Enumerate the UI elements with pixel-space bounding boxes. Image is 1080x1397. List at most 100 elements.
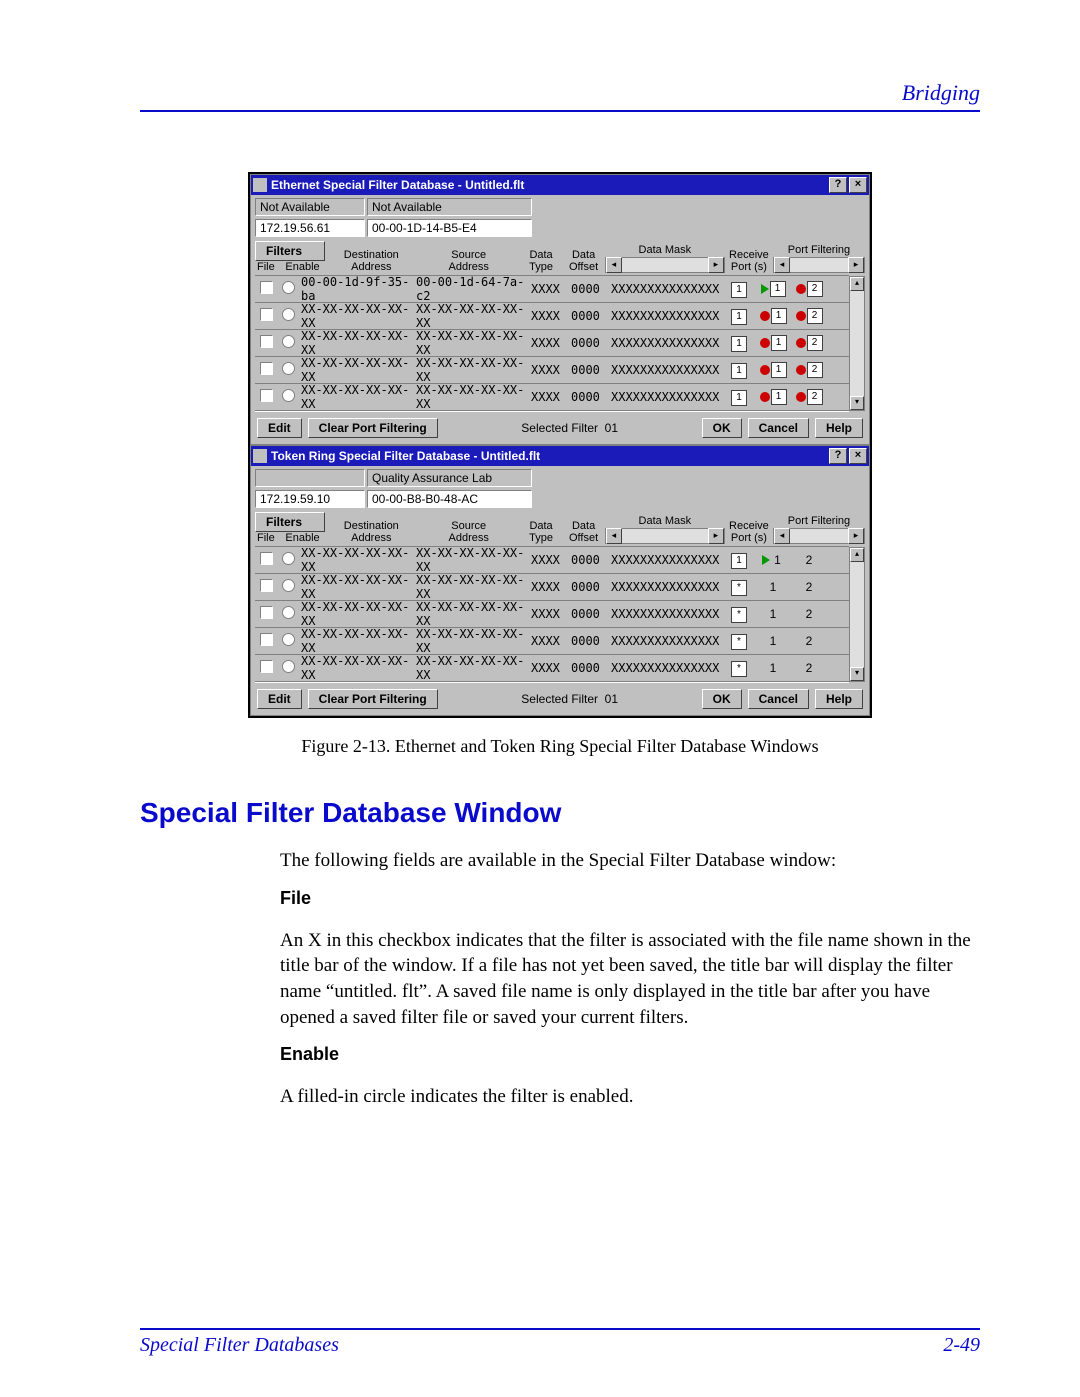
port-filter-1[interactable]: 1	[755, 580, 791, 594]
data-mask[interactable]: XXXXXXXXXXXXXXX	[609, 553, 723, 567]
scroll-up-icon[interactable]: ▴	[850, 277, 864, 291]
receive-port[interactable]: 1	[723, 281, 755, 298]
data-offset[interactable]: 0000	[569, 580, 609, 594]
data-type[interactable]: XXXX	[529, 309, 569, 323]
filter-row[interactable]: XX-XX-XX-XX-XX-XX XX-XX-XX-XX-XX-XX XXXX…	[255, 303, 849, 330]
port-filter-2[interactable]: 2	[791, 661, 827, 675]
port-filter-1[interactable]: 1	[755, 335, 791, 351]
src-addr[interactable]: XX-XX-XX-XX-XX-XX	[414, 546, 529, 574]
dest-addr[interactable]: XX-XX-XX-XX-XX-XX	[299, 383, 414, 411]
port-filter-2[interactable]: 2	[791, 553, 827, 567]
data-type[interactable]: XXXX	[529, 363, 569, 377]
filter-row[interactable]: XX-XX-XX-XX-XX-XX XX-XX-XX-XX-XX-XX XXXX…	[255, 330, 849, 357]
enable-radio[interactable]	[282, 389, 295, 402]
dest-addr[interactable]: XX-XX-XX-XX-XX-XX	[299, 329, 414, 357]
scroll-up-icon[interactable]: ▴	[850, 548, 864, 562]
ok-button[interactable]: OK	[702, 689, 742, 709]
port-filter-1[interactable]: 1	[755, 634, 791, 648]
dest-addr[interactable]: 00-00-1d-9f-35-ba	[299, 275, 414, 303]
close-icon[interactable]: ×	[849, 177, 867, 193]
system-icon[interactable]	[253, 178, 267, 192]
file-checkbox[interactable]	[260, 633, 273, 646]
src-addr[interactable]: XX-XX-XX-XX-XX-XX	[414, 383, 529, 411]
data-mask[interactable]: XXXXXXXXXXXXXXX	[609, 309, 723, 323]
titlebar[interactable]: Ethernet Special Filter Database - Untit…	[251, 175, 869, 195]
receive-port[interactable]: *	[723, 606, 755, 623]
receive-port[interactable]: *	[723, 579, 755, 596]
edit-button[interactable]: Edit	[257, 418, 302, 438]
cancel-button[interactable]: Cancel	[748, 418, 809, 438]
receive-port[interactable]: 1	[723, 335, 755, 352]
file-checkbox[interactable]	[260, 335, 273, 348]
mask-scrollbar[interactable]: ◂ ▸	[605, 257, 725, 273]
port-filter-1[interactable]: 1	[755, 281, 791, 297]
file-checkbox[interactable]	[260, 308, 273, 321]
port-filter-2[interactable]: 2	[791, 281, 827, 297]
vertical-scrollbar[interactable]: ▴ ▾	[849, 276, 865, 411]
filter-row[interactable]: 00-00-1d-9f-35-ba 00-00-1d-64-7a-c2 XXXX…	[255, 276, 849, 303]
cancel-button[interactable]: Cancel	[748, 689, 809, 709]
filter-row[interactable]: XX-XX-XX-XX-XX-XX XX-XX-XX-XX-XX-XX XXXX…	[255, 655, 849, 682]
port-filter-1[interactable]: 1	[755, 607, 791, 621]
data-mask[interactable]: XXXXXXXXXXXXXXX	[609, 580, 723, 594]
enable-radio[interactable]	[282, 606, 295, 619]
src-addr[interactable]: XX-XX-XX-XX-XX-XX	[414, 573, 529, 601]
dest-addr[interactable]: XX-XX-XX-XX-XX-XX	[299, 573, 414, 601]
close-icon[interactable]: ×	[849, 448, 867, 464]
enable-radio[interactable]	[282, 633, 295, 646]
data-type[interactable]: XXXX	[529, 607, 569, 621]
port-filter-2[interactable]: 2	[791, 335, 827, 351]
data-type[interactable]: XXXX	[529, 390, 569, 404]
scroll-left-icon[interactable]: ◂	[606, 257, 622, 273]
file-checkbox[interactable]	[260, 579, 273, 592]
receive-port[interactable]: *	[723, 633, 755, 650]
dest-addr[interactable]: XX-XX-XX-XX-XX-XX	[299, 627, 414, 655]
enable-radio[interactable]	[282, 362, 295, 375]
port-filter-2[interactable]: 2	[791, 634, 827, 648]
data-type[interactable]: XXXX	[529, 282, 569, 296]
data-type[interactable]: XXXX	[529, 580, 569, 594]
src-addr[interactable]: XX-XX-XX-XX-XX-XX	[414, 329, 529, 357]
data-type[interactable]: XXXX	[529, 634, 569, 648]
scroll-right-icon[interactable]: ▸	[848, 528, 864, 544]
scroll-left-icon[interactable]: ◂	[606, 528, 622, 544]
ok-button[interactable]: OK	[702, 418, 742, 438]
port-filter-1[interactable]: 1	[755, 362, 791, 378]
filter-row[interactable]: XX-XX-XX-XX-XX-XX XX-XX-XX-XX-XX-XX XXXX…	[255, 574, 849, 601]
enable-radio[interactable]	[282, 335, 295, 348]
dest-addr[interactable]: XX-XX-XX-XX-XX-XX	[299, 302, 414, 330]
dest-addr[interactable]: XX-XX-XX-XX-XX-XX	[299, 654, 414, 682]
data-offset[interactable]: 0000	[569, 282, 609, 296]
scroll-down-icon[interactable]: ▾	[850, 396, 864, 410]
enable-radio[interactable]	[282, 281, 295, 294]
vertical-scrollbar[interactable]: ▴ ▾	[849, 547, 865, 682]
enable-radio[interactable]	[282, 579, 295, 592]
scroll-left-icon[interactable]: ◂	[774, 257, 790, 273]
pf-scrollbar[interactable]: ◂ ▸	[773, 257, 865, 273]
data-mask[interactable]: XXXXXXXXXXXXXXX	[609, 390, 723, 404]
clear-port-button[interactable]: Clear Port Filtering	[308, 418, 438, 438]
help-icon[interactable]: ?	[829, 177, 847, 193]
src-addr[interactable]: 00-00-1d-64-7a-c2	[414, 275, 529, 303]
data-mask[interactable]: XXXXXXXXXXXXXXX	[609, 607, 723, 621]
data-offset[interactable]: 0000	[569, 661, 609, 675]
file-checkbox[interactable]	[260, 552, 273, 565]
port-filter-1[interactable]: 1	[755, 389, 791, 405]
file-checkbox[interactable]	[260, 281, 273, 294]
port-filter-2[interactable]: 2	[791, 389, 827, 405]
data-offset[interactable]: 0000	[569, 309, 609, 323]
enable-radio[interactable]	[282, 308, 295, 321]
scroll-right-icon[interactable]: ▸	[708, 528, 724, 544]
src-addr[interactable]: XX-XX-XX-XX-XX-XX	[414, 302, 529, 330]
data-offset[interactable]: 0000	[569, 363, 609, 377]
receive-port[interactable]: 1	[723, 308, 755, 325]
data-type[interactable]: XXXX	[529, 661, 569, 675]
file-checkbox[interactable]	[260, 606, 273, 619]
titlebar[interactable]: Token Ring Special Filter Database - Unt…	[251, 446, 869, 466]
filters-button[interactable]: Filters	[255, 241, 325, 261]
mask-scrollbar[interactable]: ◂ ▸	[605, 528, 725, 544]
port-filter-2[interactable]: 2	[791, 580, 827, 594]
filter-row[interactable]: XX-XX-XX-XX-XX-XX XX-XX-XX-XX-XX-XX XXXX…	[255, 601, 849, 628]
data-offset[interactable]: 0000	[569, 553, 609, 567]
data-mask[interactable]: XXXXXXXXXXXXXXX	[609, 634, 723, 648]
